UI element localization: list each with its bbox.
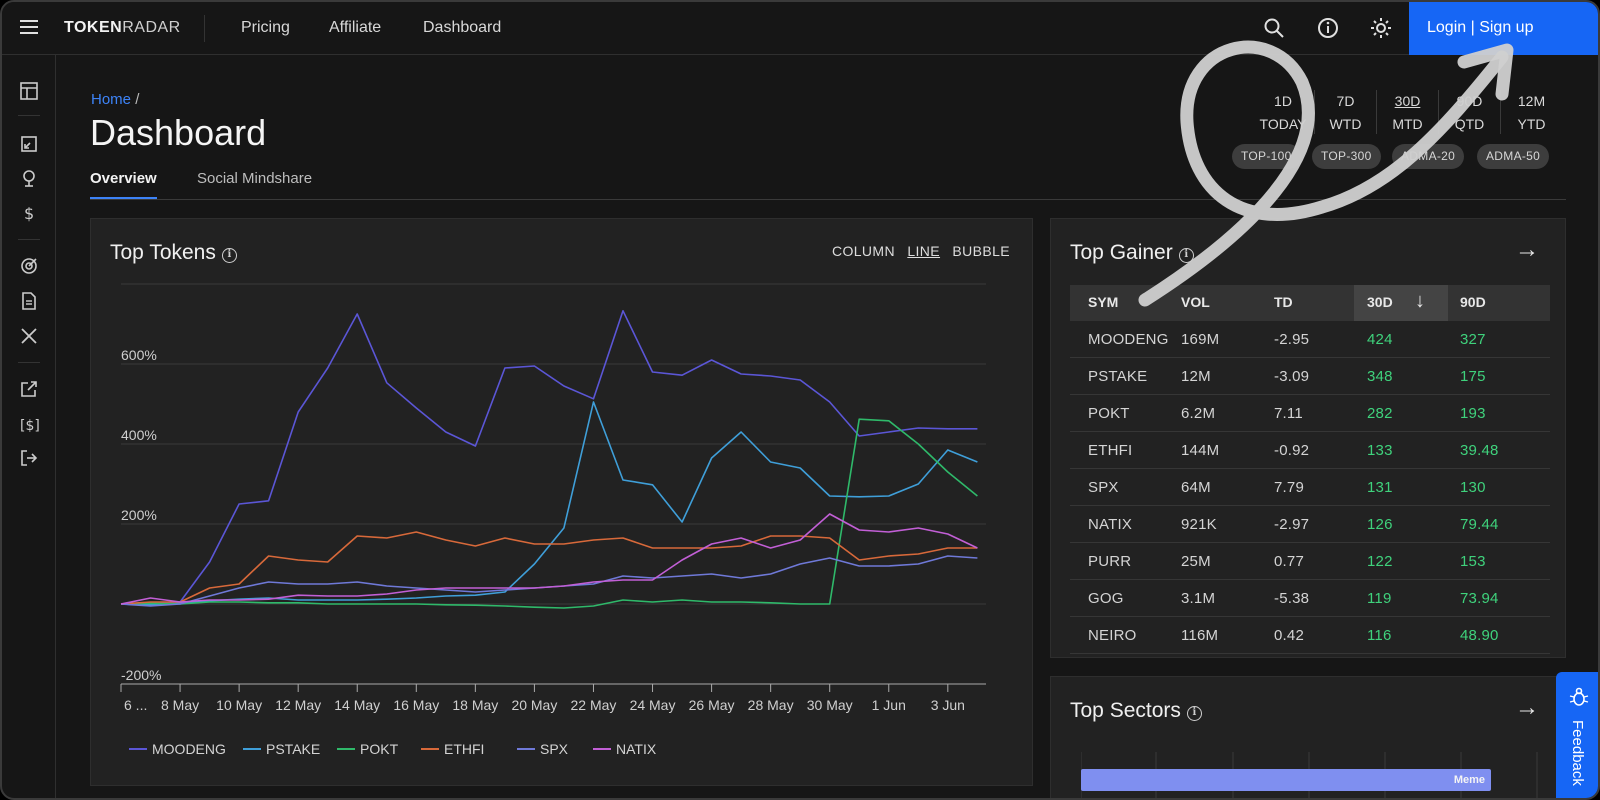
annotation-arrow [1138, 40, 1514, 307]
app-window: TOKENRADAR Pricing Affiliate Dashboard L… [0, 0, 1600, 800]
